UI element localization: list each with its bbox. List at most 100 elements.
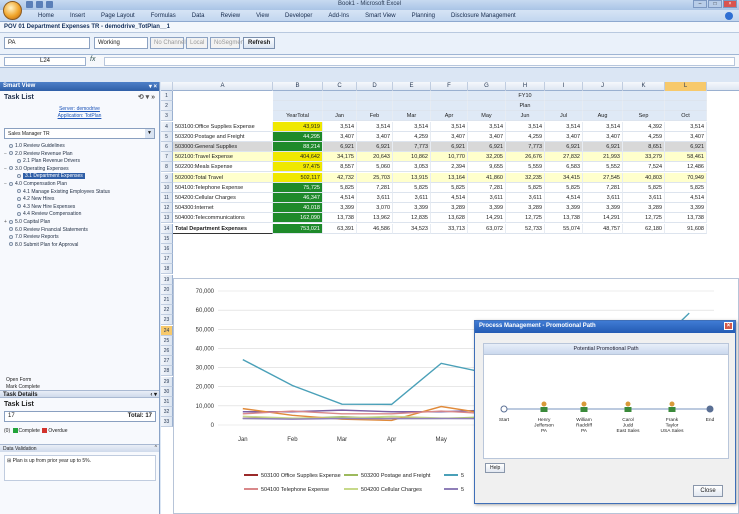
value-cell[interactable]: 13,915 bbox=[393, 172, 431, 183]
value-cell[interactable]: 3,514 bbox=[323, 121, 357, 132]
value-cell[interactable]: 3,399 bbox=[545, 203, 583, 214]
task-item[interactable]: +5.0 Capital Plan bbox=[4, 219, 155, 227]
task-list-select[interactable]: Sales Manager TR ▼ bbox=[4, 128, 155, 139]
path-endpoint[interactable]: End bbox=[706, 405, 715, 423]
row-header[interactable]: 29 bbox=[161, 376, 173, 387]
value-cell[interactable]: 3,289 bbox=[506, 203, 545, 214]
value-cell[interactable]: 46,586 bbox=[357, 223, 393, 234]
value-cell[interactable]: 58,461 bbox=[665, 152, 707, 163]
minimize-button[interactable]: – bbox=[693, 0, 707, 8]
value-cell[interactable]: 3,407 bbox=[468, 131, 506, 142]
value-cell[interactable]: 91,608 bbox=[665, 223, 707, 234]
row-header[interactable]: 3 bbox=[161, 111, 173, 122]
value-cell[interactable]: 3,399 bbox=[323, 203, 357, 214]
value-cell[interactable]: 7,524 bbox=[623, 162, 665, 173]
value-cell[interactable]: 2,394 bbox=[431, 162, 468, 173]
value-cell[interactable]: 3,289 bbox=[431, 203, 468, 214]
value-cell[interactable]: 41,860 bbox=[468, 172, 506, 183]
value-cell[interactable]: 5,825 bbox=[506, 182, 545, 193]
value-cell[interactable]: 14,291 bbox=[583, 213, 623, 224]
value-cell[interactable]: 20,643 bbox=[357, 152, 393, 163]
value-cell[interactable]: 5,552 bbox=[583, 162, 623, 173]
row-header[interactable]: 17 bbox=[161, 254, 173, 265]
help-icon[interactable] bbox=[725, 11, 733, 20]
local-dropdown[interactable]: Local bbox=[186, 37, 208, 49]
path-step[interactable]: Carol Judd East Sales bbox=[617, 401, 641, 435]
task-item[interactable]: 6.0 Review Financial Statements bbox=[4, 227, 155, 235]
year-total-cell[interactable]: 46,347 bbox=[273, 193, 323, 203]
column-header[interactable]: K bbox=[623, 82, 665, 91]
column-header[interactable]: E bbox=[393, 82, 431, 91]
value-cell[interactable]: 34,175 bbox=[323, 152, 357, 163]
ribbon-tab-insert[interactable]: Insert bbox=[62, 13, 93, 19]
redo-icon[interactable] bbox=[46, 1, 53, 8]
row-header[interactable]: 7 bbox=[161, 152, 173, 163]
value-cell[interactable]: 5,825 bbox=[545, 182, 583, 193]
value-cell[interactable]: 6,921 bbox=[468, 142, 506, 152]
value-cell[interactable]: 3,514 bbox=[393, 121, 431, 132]
year-total-cell[interactable]: 404,642 bbox=[273, 152, 323, 163]
value-cell[interactable]: 32,235 bbox=[506, 172, 545, 183]
task-item[interactable]: 7.0 Review Reports bbox=[4, 234, 155, 242]
ribbon-tab-planning[interactable]: Planning bbox=[404, 13, 443, 19]
row-label[interactable]: 503200:Postage and Freight bbox=[173, 131, 273, 142]
value-cell[interactable]: 3,407 bbox=[545, 131, 583, 142]
fx-icon[interactable]: fx bbox=[90, 56, 95, 63]
row-label[interactable]: 504300:Internet bbox=[173, 203, 273, 214]
value-cell[interactable]: 9,655 bbox=[468, 162, 506, 173]
value-cell[interactable]: 3,407 bbox=[665, 131, 707, 142]
ribbon-tab-page-layout[interactable]: Page Layout bbox=[93, 13, 143, 19]
value-cell[interactable]: 4,259 bbox=[393, 131, 431, 142]
value-cell[interactable]: 7,281 bbox=[357, 182, 393, 193]
cell[interactable]: Plan bbox=[506, 101, 545, 112]
value-cell[interactable]: 4,392 bbox=[623, 121, 665, 132]
value-cell[interactable]: 3,407 bbox=[583, 131, 623, 142]
row-header[interactable]: 15 bbox=[161, 233, 173, 244]
close-button[interactable]: Close bbox=[693, 485, 723, 497]
value-cell[interactable]: 3,611 bbox=[506, 193, 545, 203]
row-header[interactable]: 25 bbox=[161, 335, 173, 346]
server-link[interactable]: Server: demodrive Application: TotPlan bbox=[0, 106, 159, 120]
value-cell[interactable]: 40,803 bbox=[623, 172, 665, 183]
task-item[interactable]: 2.1 Plan Revenue Drivers bbox=[4, 158, 155, 166]
value-cell[interactable]: 5,825 bbox=[431, 182, 468, 193]
value-cell[interactable]: 3,407 bbox=[323, 131, 357, 142]
ribbon-tab-formulas[interactable]: Formulas bbox=[143, 13, 184, 19]
value-cell[interactable]: 6,921 bbox=[665, 142, 707, 152]
value-cell[interactable]: 12,486 bbox=[665, 162, 707, 173]
ribbon-tab-developer[interactable]: Developer bbox=[277, 13, 320, 19]
row-header[interactable]: 23 bbox=[161, 315, 173, 326]
undo-icon[interactable] bbox=[36, 1, 43, 8]
year-total-cell[interactable]: 162,090 bbox=[273, 213, 323, 224]
task-item[interactable]: −4.0 Compensation Plan bbox=[4, 181, 155, 189]
value-cell[interactable]: 32,205 bbox=[468, 152, 506, 163]
task-item[interactable]: 1.0 Review Guidelines bbox=[4, 143, 155, 151]
value-cell[interactable]: 3,399 bbox=[468, 203, 506, 214]
value-cell[interactable]: 5,825 bbox=[393, 182, 431, 193]
value-cell[interactable]: 4,514 bbox=[545, 193, 583, 203]
row-header[interactable]: 24 bbox=[161, 325, 173, 336]
value-cell[interactable]: 26,676 bbox=[506, 152, 545, 163]
segment-dropdown[interactable]: NoSegment bbox=[210, 37, 246, 49]
select-all-corner[interactable] bbox=[161, 82, 173, 91]
ribbon-tab-home[interactable]: Home bbox=[30, 13, 62, 19]
value-cell[interactable]: 4,259 bbox=[506, 131, 545, 142]
value-cell[interactable]: 14,291 bbox=[468, 213, 506, 224]
year-total-cell[interactable]: 43,919 bbox=[273, 121, 323, 132]
column-header[interactable]: D bbox=[357, 82, 393, 91]
value-cell[interactable]: 6,583 bbox=[545, 162, 583, 173]
value-cell[interactable]: 3,399 bbox=[393, 203, 431, 214]
row-header[interactable]: 13 bbox=[161, 213, 173, 224]
close-panel-icon[interactable]: ▾ × bbox=[149, 83, 157, 90]
value-cell[interactable]: 5,825 bbox=[623, 182, 665, 193]
value-cell[interactable]: 3,611 bbox=[623, 193, 665, 203]
task-item[interactable]: 4.1 Manage Existing Employees Status bbox=[4, 189, 155, 197]
channel-dropdown[interactable]: No Channel bbox=[150, 37, 186, 49]
collapse-icon[interactable]: ‹ ▾ bbox=[150, 391, 157, 398]
value-cell[interactable]: 27,832 bbox=[545, 152, 583, 163]
column-header[interactable]: I bbox=[545, 82, 583, 91]
row-header[interactable]: 2 bbox=[161, 101, 173, 112]
name-box[interactable]: L24 bbox=[4, 57, 86, 66]
ribbon-tab-data[interactable]: Data bbox=[184, 13, 213, 19]
column-header[interactable]: A bbox=[173, 82, 273, 91]
